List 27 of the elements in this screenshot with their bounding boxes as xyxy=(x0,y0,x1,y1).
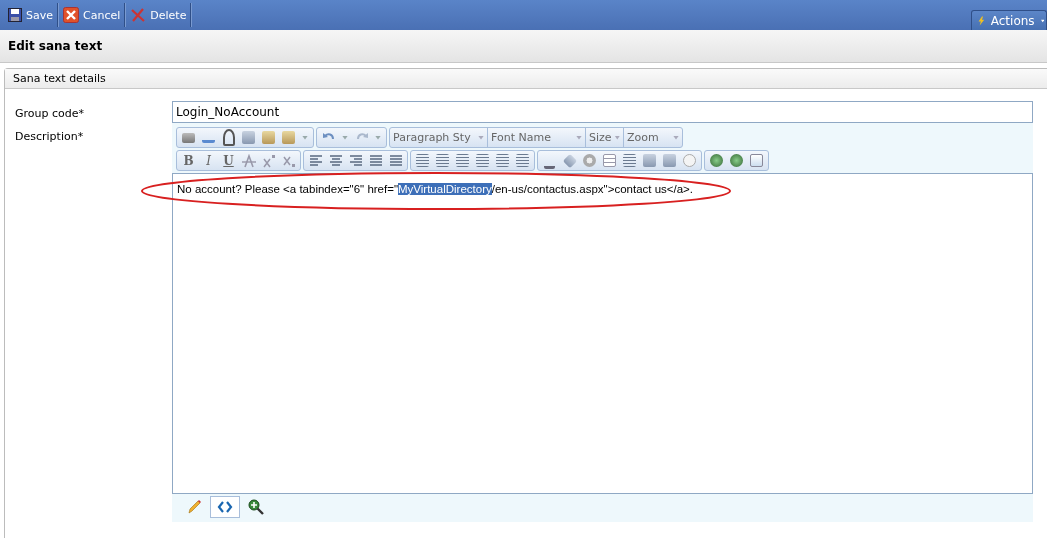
format-dropdown[interactable]: Paragraph Sty xyxy=(390,128,488,147)
caret-icon xyxy=(1040,18,1044,23)
panel-title: Sana text details xyxy=(13,72,106,85)
page-title: Edit sana text xyxy=(8,39,103,53)
bold-button[interactable]: B xyxy=(179,151,198,170)
cancel-button[interactable]: Cancel xyxy=(59,3,125,27)
pencil-icon xyxy=(186,499,202,515)
code-brackets-icon xyxy=(217,499,233,515)
table-icon[interactable] xyxy=(600,151,619,170)
cross-icon xyxy=(130,7,147,23)
format-dropdown[interactable]: Size xyxy=(586,128,624,147)
group-code-field[interactable]: Login_NoAccount xyxy=(172,101,1033,123)
html-mode-tab[interactable] xyxy=(210,496,240,518)
close-icon xyxy=(63,7,79,23)
field-label: Description* xyxy=(15,129,85,143)
format-dropdown[interactable]: Font Name xyxy=(488,128,586,147)
save-button[interactable]: Save xyxy=(4,3,57,27)
delete-button[interactable]: Delete xyxy=(126,3,191,27)
dropdown-caret-icon[interactable] xyxy=(375,135,381,140)
magnifier-icon xyxy=(248,499,264,515)
underline-button[interactable]: U xyxy=(219,151,238,170)
italic-button[interactable]: I xyxy=(199,151,218,170)
dropdown-caret-icon[interactable] xyxy=(342,135,348,140)
actions-menu-button[interactable]: Actions xyxy=(971,10,1047,30)
format-dropdown[interactable]: Zoom xyxy=(624,128,682,147)
dropdown-caret-icon[interactable] xyxy=(302,135,308,140)
field-label: Group code* xyxy=(15,105,85,120)
